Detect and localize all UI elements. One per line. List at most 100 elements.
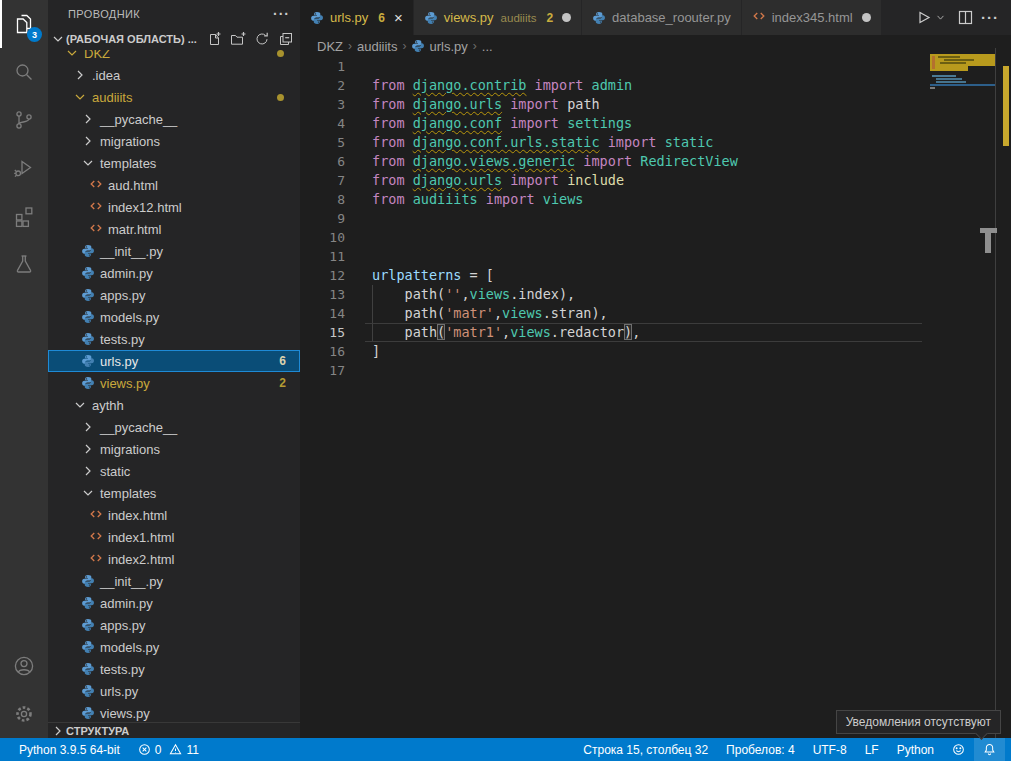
code-line-1[interactable]: 1: [300, 57, 1011, 76]
code-line-3[interactable]: 3from django.urls import path: [300, 95, 1011, 114]
breadcrumb-item[interactable]: DKZ: [317, 39, 343, 54]
code-line-content: [345, 361, 372, 380]
tree-item-models-py[interactable]: models.py: [48, 636, 300, 658]
split-editor-icon[interactable]: [957, 9, 974, 26]
tree-item-static[interactable]: static: [48, 460, 300, 482]
code-line-13[interactable]: 13 path('',views.index),: [300, 285, 1011, 304]
code-line-content: path('',views.index),: [345, 285, 575, 304]
tree-item-DKZ[interactable]: DKZ: [48, 50, 300, 64]
tree-item-tests-py[interactable]: tests.py: [48, 328, 300, 350]
activity-bar-search[interactable]: [0, 48, 48, 96]
tab-views-py[interactable]: views.pyaudiiits2: [414, 0, 581, 35]
activity-bar-run-debug[interactable]: [0, 144, 48, 192]
activity-bar-extensions[interactable]: [0, 192, 48, 240]
activity-bar-settings[interactable]: [0, 690, 48, 738]
tab-database-roouter-py[interactable]: database_roouter.py: [582, 0, 741, 35]
tree-item-index12-html[interactable]: index12.html: [48, 196, 300, 218]
python-version-item[interactable]: Python 3.9.5 64-bit: [10, 738, 129, 761]
tree-item-index1-html[interactable]: index1.html: [48, 526, 300, 548]
tree-item-apps-py[interactable]: apps.py: [48, 284, 300, 306]
notifications-bell-item[interactable]: [974, 738, 1005, 761]
new-folder-icon[interactable]: [228, 29, 248, 49]
tree-item--idea[interactable]: .idea: [48, 64, 300, 86]
editor-group: urls.py6×views.pyaudiiits2database_roout…: [300, 0, 1011, 738]
line-number: 1: [300, 57, 345, 76]
tab-index345-html[interactable]: index345.html: [742, 0, 881, 35]
refresh-icon[interactable]: [252, 29, 272, 49]
tab-urls-py[interactable]: urls.py6×: [300, 0, 413, 35]
dirty-indicator-icon[interactable]: [562, 13, 571, 22]
tree-item-urls-py[interactable]: urls.py: [48, 680, 300, 702]
dirty-indicator-icon[interactable]: [862, 13, 871, 22]
code-editor[interactable]: 12from django.contrib import admin3from …: [300, 57, 1011, 738]
outline-section-header[interactable]: СТРУКТУРА: [48, 722, 300, 738]
tree-item-views-py[interactable]: views.py: [48, 702, 300, 722]
breadcrumb-item[interactable]: audiiits: [357, 39, 397, 54]
tree-item--pycache-[interactable]: __pycache__: [48, 416, 300, 438]
breadcrumb: DKZ›audiiits›urls.py›...: [300, 35, 1011, 57]
activity-bar-source-control[interactable]: [0, 96, 48, 144]
activity-bar-explorer[interactable]: 3: [0, 0, 48, 48]
encoding-item[interactable]: UTF-8: [804, 738, 856, 761]
code-line-16[interactable]: 16]: [300, 342, 1011, 361]
tree-item-views-py[interactable]: views.py2: [48, 372, 300, 394]
tree-item-migrations[interactable]: migrations: [48, 438, 300, 460]
tree-item-tests-py[interactable]: tests.py: [48, 658, 300, 680]
line-number: 9: [300, 209, 345, 228]
tree-item-models-py[interactable]: models.py: [48, 306, 300, 328]
code-line-12[interactable]: 12urlpatterns = [: [300, 266, 1011, 285]
code-line-9[interactable]: 9: [300, 209, 1011, 228]
tree-item-templates[interactable]: templates: [48, 152, 300, 174]
code-line-4[interactable]: 4from django.conf import settings: [300, 114, 1011, 133]
indentation-item[interactable]: Пробелов: 4: [717, 738, 804, 761]
language-mode-item[interactable]: Python: [888, 738, 943, 761]
feedback-item[interactable]: [943, 738, 974, 761]
run-dropdown-icon[interactable]: [935, 12, 946, 23]
close-icon[interactable]: ×: [394, 9, 403, 26]
tree-item-apps-py[interactable]: apps.py: [48, 614, 300, 636]
code-line-15[interactable]: 15 path('matr1',views.redactor),: [300, 323, 1011, 342]
activity-bar-testing[interactable]: [0, 240, 48, 288]
sidebar-more-icon[interactable]: ···: [273, 6, 290, 22]
cursor-position-item[interactable]: Строка 15, столбец 32: [574, 738, 717, 761]
code-line-11[interactable]: 11: [300, 247, 1011, 266]
new-file-icon[interactable]: [204, 29, 224, 49]
tree-item-migrations[interactable]: migrations: [48, 130, 300, 152]
code-line-5[interactable]: 5from django.conf.urls.static import sta…: [300, 133, 1011, 152]
code-line-6[interactable]: 6from django.views.generic import Redire…: [300, 152, 1011, 171]
code-line-10[interactable]: 10: [300, 228, 1011, 247]
minimap[interactable]: [930, 50, 996, 731]
tree-item-aythh[interactable]: aythh: [48, 394, 300, 416]
tree-item-urls-py[interactable]: urls.py6: [48, 350, 300, 372]
tree-item-templates[interactable]: templates: [48, 482, 300, 504]
tree-item-matr-html[interactable]: matr.html: [48, 218, 300, 240]
tree-item-index-html[interactable]: index.html: [48, 504, 300, 526]
breadcrumb-item[interactable]: urls.py: [411, 39, 467, 54]
code-line-8[interactable]: 8from audiiits import views: [300, 190, 1011, 209]
code-line-content: from django.conf.urls.static import stat…: [345, 133, 713, 152]
problems-item[interactable]: 0 11: [129, 738, 208, 761]
code-line-17[interactable]: 17: [300, 361, 1011, 380]
breadcrumb-item[interactable]: ...: [482, 39, 493, 54]
collapse-all-icon[interactable]: [276, 29, 296, 49]
tree-item-index2-html[interactable]: index2.html: [48, 548, 300, 570]
tree-item-admin-py[interactable]: admin.py: [48, 592, 300, 614]
warning-icon: [169, 743, 182, 756]
activity-bar-account[interactable]: [0, 642, 48, 690]
code-line-2[interactable]: 2from django.contrib import admin: [300, 76, 1011, 95]
code-line-content: from audiiits import views: [345, 190, 583, 209]
python-file-icon: [424, 11, 438, 25]
tree-item--init-py[interactable]: __init__.py: [48, 240, 300, 262]
code-line-7[interactable]: 7from django.urls import include: [300, 171, 1011, 190]
run-python-file-icon[interactable]: [915, 9, 932, 26]
code-line-content: from django.views.generic import Redirec…: [345, 152, 738, 171]
editor-more-actions-icon[interactable]: ···: [977, 9, 1003, 26]
code-line-14[interactable]: 14 path('matr',views.stran),: [300, 304, 1011, 323]
eol-item[interactable]: LF: [856, 738, 888, 761]
tree-item-aud-html[interactable]: aud.html: [48, 174, 300, 196]
tree-item-audiiits[interactable]: audiiits: [48, 86, 300, 108]
tree-item--init-py[interactable]: __init__.py: [48, 570, 300, 592]
workspace-section-header[interactable]: (РАБОЧАЯ ОБЛАСТЬ) ...: [48, 28, 300, 50]
tree-item--pycache-[interactable]: __pycache__: [48, 108, 300, 130]
tree-item-admin-py[interactable]: admin.py: [48, 262, 300, 284]
